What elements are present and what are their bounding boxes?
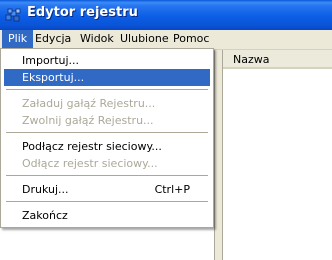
regedit-icon (5, 8, 21, 22)
values-pane[interactable]: Nazwa (222, 50, 332, 260)
menu-separator (6, 175, 208, 176)
menu-item-label: Zwolnij gałąź Rejestru... (22, 114, 154, 127)
menu-item-export[interactable]: Eksportuj... (4, 69, 210, 86)
menu-bar: Plik Edycja Widok Ulubione Pomoc (0, 30, 332, 50)
menu-pomoc[interactable]: Pomoc (167, 30, 215, 49)
menu-item-label: Odłącz rejestr sieciowy... (22, 157, 158, 170)
menu-separator (6, 201, 208, 202)
menu-item-print[interactable]: Drukuj... Ctrl+P (4, 181, 210, 198)
menu-item-label: Drukuj... (22, 183, 69, 196)
menu-item-label: Zakończ (22, 209, 68, 222)
menu-item-exit[interactable]: Zakończ (4, 207, 210, 224)
menu-item-connect-network-registry[interactable]: Podłącz rejestr sieciowy... (4, 138, 210, 155)
menu-item-label: Podłącz rejestr sieciowy... (22, 140, 162, 153)
file-menu-dropdown: Importuj... Eksportuj... Załaduj gałąź R… (0, 48, 214, 228)
pane-splitter[interactable] (215, 50, 222, 260)
menu-item-disconnect-network-registry[interactable]: Odłącz rejestr sieciowy... (4, 155, 210, 172)
column-header-name[interactable]: Nazwa (223, 50, 332, 69)
menu-item-label: Eksportuj... (22, 71, 85, 84)
menu-item-unload-hive[interactable]: Zwolnij gałąź Rejestru... (4, 112, 210, 129)
menu-separator (6, 132, 208, 133)
menu-item-import[interactable]: Importuj... (4, 52, 210, 69)
menu-widok[interactable]: Widok (74, 30, 120, 49)
menu-item-load-hive[interactable]: Załaduj gałąź Rejestru... (4, 95, 210, 112)
menu-item-label: Załaduj gałąź Rejestru... (22, 97, 156, 110)
menu-separator (6, 89, 208, 90)
menu-item-shortcut: Ctrl+P (154, 183, 190, 196)
menu-ulubione[interactable]: Ulubione (114, 30, 175, 49)
title-bar[interactable]: Edytor rejestru (0, 0, 332, 30)
menu-edycja[interactable]: Edycja (29, 30, 77, 49)
window-title: Edytor rejestru (27, 5, 138, 20)
menu-item-label: Importuj... (22, 54, 80, 67)
column-header-label: Nazwa (233, 53, 270, 66)
